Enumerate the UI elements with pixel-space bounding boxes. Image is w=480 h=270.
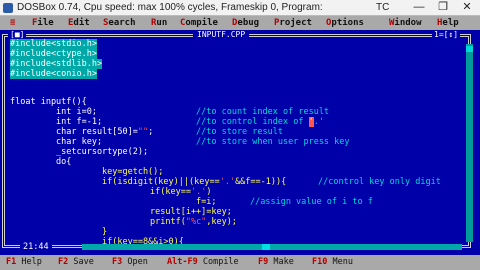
code-include: #include<stdio.h>	[10, 39, 97, 49]
window-title: DOSBox 0.74, Cpu speed: max 100% cycles,…	[17, 2, 323, 13]
menu-options[interactable]: Options	[326, 16, 364, 30]
code-line: printf("%c",key);	[150, 217, 238, 227]
horizontal-scroll-thumb[interactable]	[262, 244, 270, 250]
key-open[interactable]: F3 Open	[112, 255, 148, 270]
window-program-name: TC	[376, 2, 390, 13]
code-comment: //to control index of '.'	[196, 117, 324, 127]
menu-file[interactable]: File	[32, 16, 54, 30]
code-comment: //control key only digit	[318, 177, 441, 187]
menu-help[interactable]: Help	[437, 16, 459, 30]
menu-search[interactable]: Search	[103, 16, 136, 30]
code-line: do{	[56, 157, 72, 167]
key-help[interactable]: F1 Help	[6, 255, 42, 270]
code-comment: //assign value of i to f	[250, 197, 373, 207]
code-line: _setcursortype(2);	[56, 147, 149, 157]
code-comment: //to store result	[196, 127, 283, 137]
menu-project[interactable]: Project	[274, 16, 312, 30]
code-line: char result[50]="";	[56, 127, 154, 137]
code-include: #include<conio.h>	[10, 69, 97, 79]
code-line: int i=0;	[56, 107, 97, 117]
editor-filename: INPUTF.CPP	[193, 30, 250, 40]
code-line: }	[102, 227, 108, 237]
code-comment: //to count index of result	[196, 107, 330, 117]
dosbox-app-icon	[3, 3, 13, 13]
code-include: #include<ctype.h>	[10, 49, 97, 59]
code-line: f=i;	[196, 197, 217, 207]
code-line: if(key=='.')	[150, 187, 212, 197]
vertical-scrollbar[interactable]	[466, 44, 473, 242]
code-line: char key;	[56, 137, 103, 147]
code-line: float inputf(){	[10, 97, 87, 107]
function-key-bar: F1 Help F2 Save F3 Open Alt-F9 Compile F…	[0, 255, 480, 270]
menu-debug[interactable]: Debug	[232, 16, 259, 30]
menu-compile[interactable]: Compile	[180, 16, 218, 30]
editor-window[interactable]: [■] INPUTF.CPP 1=[↕] #include<stdio.h> #…	[0, 30, 480, 255]
menu-window[interactable]: Window	[389, 16, 422, 30]
minimize-button[interactable]: —	[408, 0, 430, 16]
close-button[interactable]: ✕	[456, 0, 478, 16]
menu-run[interactable]: Run	[151, 16, 167, 30]
horizontal-scrollbar[interactable]	[82, 244, 462, 250]
code-line: int f=-1;	[56, 117, 103, 127]
maximize-button[interactable]: ❐	[432, 0, 454, 16]
key-compile[interactable]: Alt-F9 Compile	[167, 255, 239, 270]
code-include: #include<stdlib.h>	[10, 59, 103, 69]
code-line: result[i++]=key;	[150, 207, 232, 217]
menu-system[interactable]: ≡	[10, 16, 15, 30]
cursor-position: 21:44	[20, 242, 52, 252]
key-menu[interactable]: F10 Menu	[312, 255, 353, 270]
window-titlebar: DOSBox 0.74, Cpu speed: max 100% cycles,…	[0, 0, 480, 16]
code-line: if(isdigit(key)||(key=='.'&&f==-1)){	[102, 177, 287, 187]
code-comment: //to store when user press key	[196, 137, 350, 147]
editor-zoom-box[interactable]: 1=[↕]	[432, 30, 461, 40]
key-make[interactable]: F9 Make	[258, 255, 294, 270]
code-line: key=getch();	[102, 167, 164, 177]
menu-edit[interactable]: Edit	[68, 16, 90, 30]
menu-bar: ≡ File Edit Search Run Compile Debug Pro…	[0, 16, 480, 30]
key-save[interactable]: F2 Save	[58, 255, 94, 270]
vertical-scroll-thumb[interactable]	[466, 46, 473, 52]
